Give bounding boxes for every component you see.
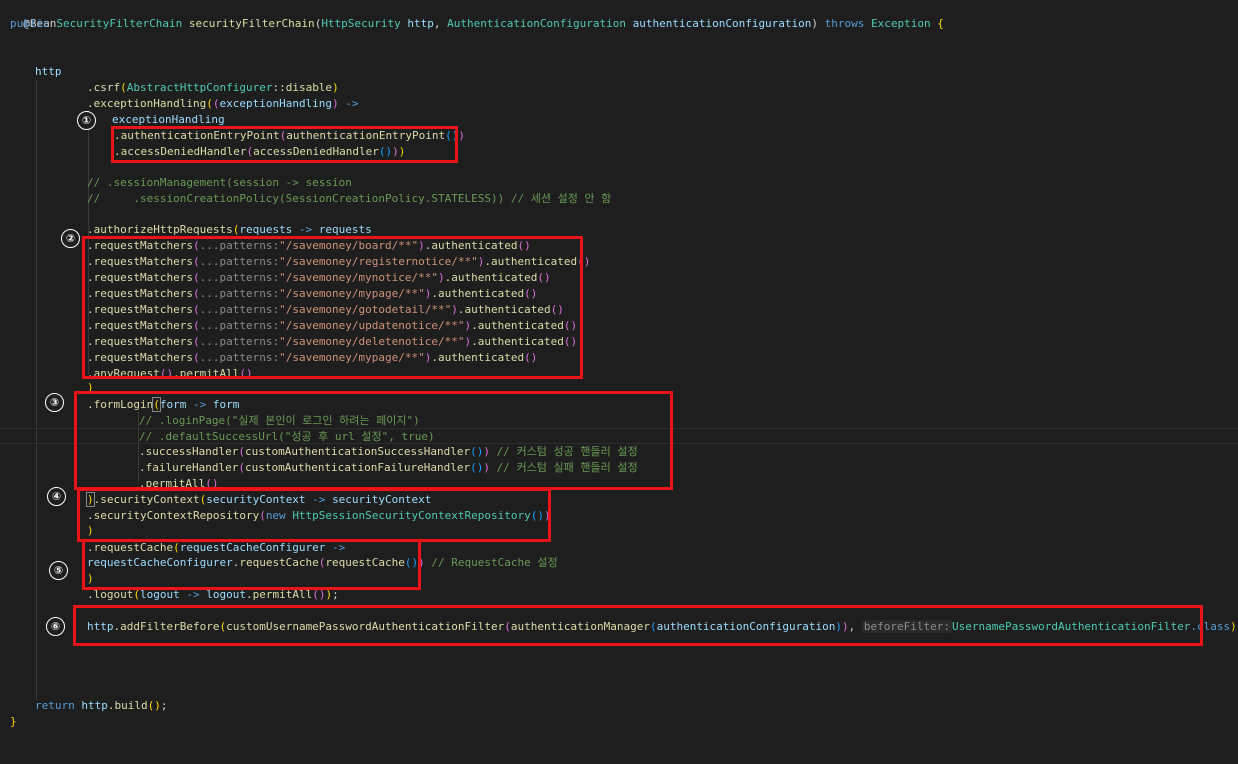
public-keyword: public [10, 17, 50, 30]
return-keyword: return [35, 699, 75, 712]
csrf-disable: ::disable [272, 81, 333, 94]
highlight-box-5 [82, 539, 421, 590]
marker-6: ⑥ [46, 617, 65, 636]
exception-handling-method: .exceptionHandling [87, 97, 207, 110]
open-brace: { [937, 17, 944, 30]
code-line-http[interactable]: http [35, 64, 62, 80]
lambda-param: exceptionHandling [219, 97, 333, 110]
highlight-box-1 [111, 126, 458, 163]
requests-obj: requests [318, 223, 372, 236]
highlight-box-4 [77, 488, 551, 542]
param-name: authenticationConfiguration [632, 17, 812, 30]
code-line-annotation[interactable]: @Bean [10, 0, 56, 30]
code-line-return[interactable]: return http.build(); [35, 698, 168, 714]
method-name: securityFilterChain [188, 17, 315, 30]
csrf-class: AbstractHttpConfigurer [126, 81, 273, 94]
inline-comment: // RequestCache 설정 [431, 556, 558, 569]
authorize-method: .authorizeHttpRequests [87, 223, 233, 236]
code-line-exception-handling[interactable]: .exceptionHandling((exceptionHandling) -… [87, 96, 359, 112]
code-line-close-brace[interactable]: } [10, 714, 17, 730]
http-var: http [35, 65, 62, 78]
param-type: HttpSecurity [321, 17, 401, 30]
highlight-box-3 [74, 391, 673, 490]
highlight-box-2 [82, 236, 583, 379]
arrow: -> [338, 97, 359, 110]
marker-1: ① [77, 111, 96, 130]
marker-2: ② [61, 229, 80, 248]
param-name: http [407, 17, 434, 30]
return-type: SecurityFilterChain [56, 17, 183, 30]
exception-handling-obj: exceptionHandling [112, 113, 225, 126]
throws-keyword: throws [824, 17, 865, 30]
lambda-param: requests [239, 223, 293, 236]
code-line-comment[interactable]: // .sessionCreationPolicy(SessionCreatio… [87, 191, 611, 207]
build-method: .build [107, 699, 148, 712]
code-line-signature[interactable]: public SecurityFilterChain securityFilte… [10, 16, 944, 32]
code-line-comment[interactable]: // .sessionManagement(session -> session [87, 175, 352, 191]
indent-guide [36, 80, 37, 700]
marker-4: ④ [47, 487, 66, 506]
code-line-csrf[interactable]: .csrf(AbstractHttpConfigurer::disable) [87, 80, 339, 96]
csrf-method: .csrf [87, 81, 121, 94]
close-brace: } [10, 715, 17, 728]
marker-5: ⑤ [49, 561, 68, 580]
http-var: http [81, 699, 108, 712]
exception-type: Exception [871, 17, 931, 30]
param-type: AuthenticationConfiguration [447, 17, 626, 30]
marker-3: ③ [45, 393, 64, 412]
arrow: -> [292, 223, 313, 236]
highlight-box-6 [73, 605, 1203, 646]
